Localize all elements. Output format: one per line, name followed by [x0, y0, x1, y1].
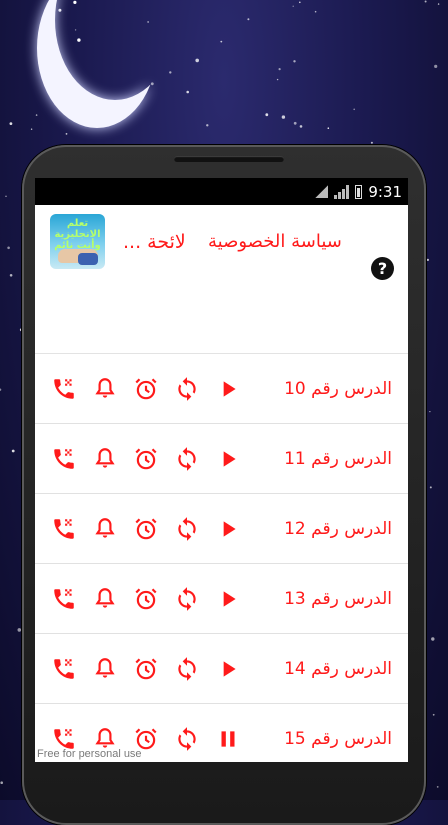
- star: [220, 40, 223, 43]
- star: [278, 68, 281, 71]
- star: [5, 195, 7, 197]
- repeat-icon[interactable]: [172, 374, 202, 404]
- status-time: 9:31: [368, 182, 402, 201]
- play-icon[interactable]: [213, 374, 243, 404]
- pause-icon[interactable]: [213, 724, 243, 754]
- wifi-icon: [315, 185, 329, 198]
- notification-bell-icon[interactable]: [90, 374, 120, 404]
- ringtone-phone-icon[interactable]: [49, 514, 79, 544]
- star: [0, 781, 3, 784]
- play-icon[interactable]: [213, 654, 243, 684]
- star: [429, 486, 432, 489]
- star: [299, 125, 303, 128]
- lesson-title: الدرس رقم 14: [284, 658, 392, 679]
- star: [265, 113, 269, 117]
- play-icon[interactable]: [213, 514, 243, 544]
- star: [17, 628, 22, 632]
- star: [327, 127, 330, 129]
- star: [314, 10, 317, 13]
- alarm-clock-icon[interactable]: [131, 514, 161, 544]
- watermark: Free for personal use: [37, 748, 142, 760]
- play-icon[interactable]: [213, 444, 243, 474]
- phone-earpiece: [174, 156, 284, 162]
- star: [30, 128, 33, 130]
- lesson-row[interactable]: الدرس رقم 10: [35, 354, 408, 424]
- star: [7, 246, 10, 250]
- star: [353, 108, 356, 111]
- star: [9, 122, 13, 125]
- star: [431, 637, 435, 641]
- ringtone-phone-icon[interactable]: [49, 444, 79, 474]
- star: [292, 5, 294, 7]
- help-icon[interactable]: ?: [371, 257, 394, 280]
- star: [9, 274, 13, 277]
- lesson-actions: [49, 634, 254, 703]
- star: [169, 71, 172, 74]
- alarm-clock-icon[interactable]: [131, 584, 161, 614]
- repeat-icon[interactable]: [172, 584, 202, 614]
- star: [206, 124, 209, 127]
- app-header: تعلم الانجليزية وأنت نائم لائحة ... سياس…: [35, 205, 408, 354]
- star: [281, 115, 286, 119]
- star: [436, 786, 439, 788]
- privacy-policy-link[interactable]: سياسة الخصوصية: [208, 231, 342, 252]
- star: [299, 1, 301, 4]
- star: [0, 388, 2, 391]
- alarm-clock-icon[interactable]: [131, 374, 161, 404]
- lesson-row[interactable]: الدرس رقم 12: [35, 494, 408, 564]
- star: [293, 60, 296, 63]
- star: [247, 18, 250, 21]
- ringtone-phone-icon[interactable]: [49, 654, 79, 684]
- star: [437, 3, 440, 5]
- star: [130, 98, 132, 100]
- star: [434, 64, 438, 68]
- repeat-icon[interactable]: [172, 724, 202, 754]
- repeat-icon[interactable]: [172, 654, 202, 684]
- repeat-icon[interactable]: [172, 444, 202, 474]
- ringtone-phone-icon[interactable]: [49, 374, 79, 404]
- star: [35, 114, 38, 116]
- lesson-actions: [49, 354, 254, 423]
- lesson-actions: [49, 494, 254, 563]
- status-bar: 9:31: [35, 178, 408, 205]
- app-logo: تعلم الانجليزية وأنت نائم: [50, 214, 105, 269]
- star: [195, 58, 199, 63]
- notification-bell-icon[interactable]: [90, 654, 120, 684]
- notification-bell-icon[interactable]: [90, 444, 120, 474]
- app-screen: 9:31 تعلم الانجليزية وأنت نائم لائحة ...…: [35, 178, 408, 762]
- alarm-clock-icon[interactable]: [131, 654, 161, 684]
- lesson-title: الدرس رقم 12: [284, 518, 392, 539]
- sleeping-person-shirt: [78, 253, 98, 265]
- notification-bell-icon[interactable]: [90, 584, 120, 614]
- battery-icon: [355, 184, 363, 199]
- lesson-title: الدرس رقم 10: [284, 378, 392, 399]
- alarm-clock-icon[interactable]: [131, 444, 161, 474]
- lesson-title: الدرس رقم 11: [284, 448, 392, 469]
- star: [65, 133, 68, 135]
- lesson-title: الدرس رقم 15: [284, 728, 392, 749]
- star: [429, 411, 431, 413]
- lesson-list: الدرس رقم 10 الدرس رقم 11 الدرس رقم 12 الدر…: [35, 354, 408, 762]
- signal-icon: [334, 184, 350, 199]
- star: [186, 90, 189, 94]
- star: [426, 258, 429, 261]
- app-logo-text: تعلم الانجليزية وأنت نائم: [54, 218, 101, 251]
- lesson-row[interactable]: الدرس رقم 13: [35, 564, 408, 634]
- notification-bell-icon[interactable]: [90, 514, 120, 544]
- star: [293, 121, 297, 125]
- repeat-icon[interactable]: [172, 514, 202, 544]
- menu-list-link[interactable]: لائحة ...: [123, 231, 186, 253]
- lesson-title: الدرس رقم 13: [284, 588, 392, 609]
- star: [11, 449, 15, 453]
- lesson-row[interactable]: الدرس رقم 14: [35, 634, 408, 704]
- play-icon[interactable]: [213, 584, 243, 614]
- ringtone-phone-icon[interactable]: [49, 584, 79, 614]
- star: [424, 0, 427, 3]
- lesson-actions: [49, 424, 254, 493]
- star: [432, 713, 435, 716]
- lesson-row[interactable]: الدرس رقم 11: [35, 424, 408, 494]
- star: [276, 78, 279, 81]
- lesson-actions: [49, 564, 254, 633]
- star: [370, 141, 373, 144]
